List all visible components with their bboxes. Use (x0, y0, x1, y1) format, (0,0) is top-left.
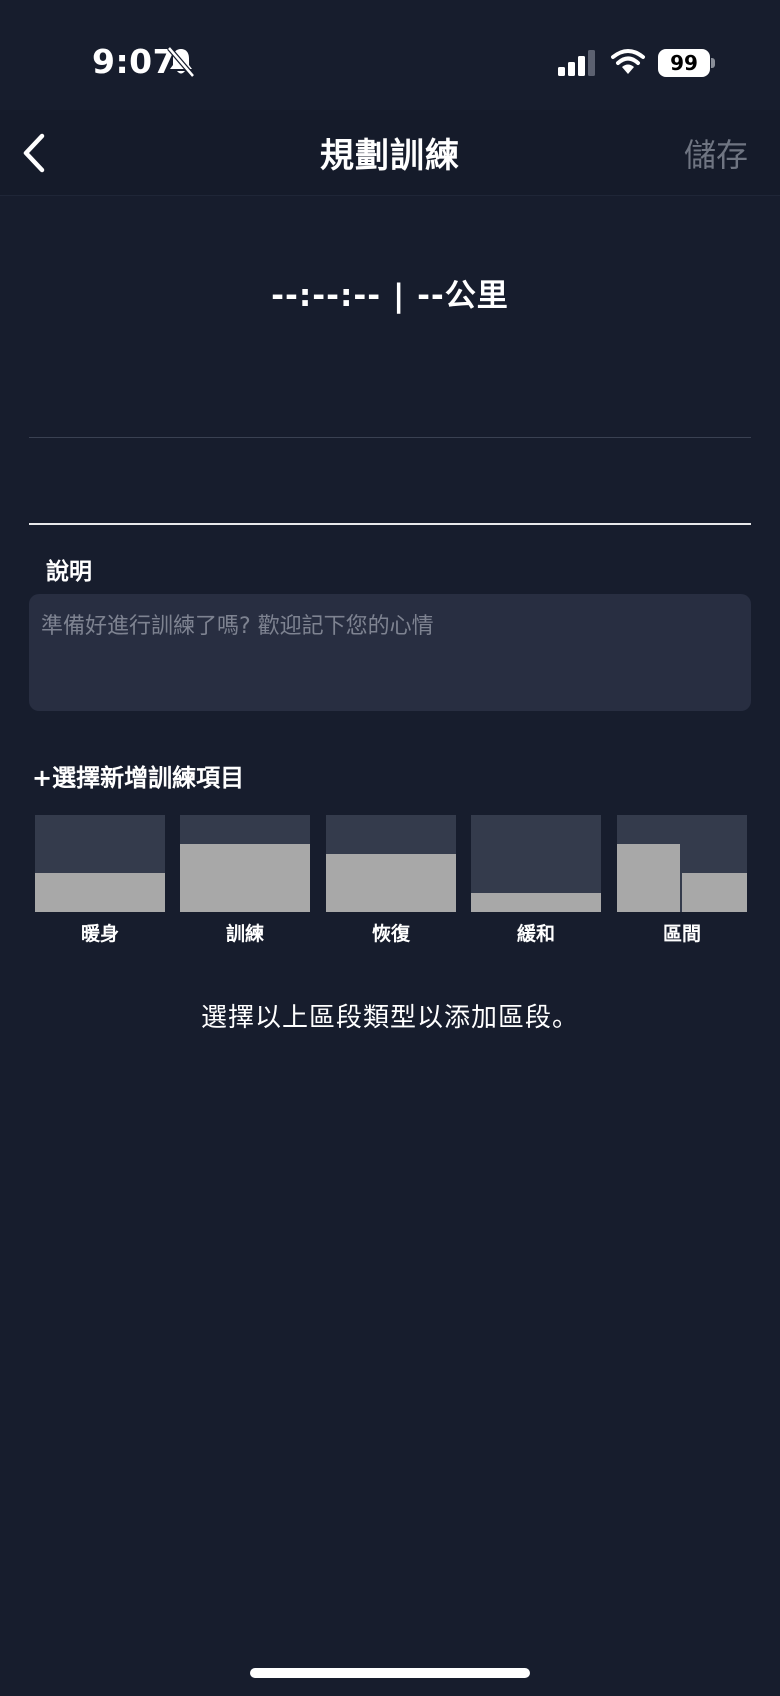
description-input[interactable] (29, 594, 751, 711)
segment-label: 暖身 (80, 923, 119, 945)
segment-warmup[interactable]: 暖身 (35, 815, 165, 945)
segment-type-row: 暖身 訓練 恢復 緩和 區間 (35, 815, 747, 945)
training-segment-icon (180, 815, 310, 912)
save-button[interactable]: 儲存 (684, 130, 748, 176)
description-label: 說明 (46, 559, 92, 585)
warmup-segment-icon (35, 815, 165, 912)
segment-interval[interactable]: 區間 (617, 815, 747, 945)
segment-label: 區間 (662, 923, 701, 945)
battery-level: 99 (670, 51, 698, 75)
add-segment-title: +選擇新增訓練項目 (32, 764, 245, 792)
segment-fill (35, 873, 165, 912)
segment-fill (326, 854, 456, 912)
segment-label: 恢復 (371, 923, 410, 945)
recovery-segment-icon (326, 815, 456, 912)
signal-icon (558, 50, 595, 76)
bell-slash-icon (167, 46, 195, 78)
interval-segment-icon (617, 815, 747, 912)
home-indicator[interactable] (250, 1668, 530, 1678)
battery-tip (711, 58, 715, 68)
wifi-icon (611, 49, 645, 74)
status-time: 9:07 (92, 42, 177, 81)
nav-bar: 規劃訓練 儲存 (0, 110, 780, 196)
status-bar: 9:07 99 (0, 0, 780, 110)
segment-fill (180, 844, 310, 912)
segment-fill (682, 873, 747, 912)
divider (29, 437, 751, 438)
workout-summary: --:--:-- | --公里 (271, 278, 509, 314)
segment-cooldown[interactable]: 緩和 (471, 815, 601, 945)
segment-label: 緩和 (516, 923, 555, 945)
segment-fill (617, 844, 680, 912)
segment-training[interactable]: 訓練 (180, 815, 310, 945)
cooldown-segment-icon (471, 815, 601, 912)
screen: 9:07 99 規劃訓練 儲存 --:--:-- | --公里 說明 準備好進行… (0, 0, 780, 1696)
battery-icon: 99 (658, 49, 710, 77)
empty-hint: 選擇以上區段類型以添加區段。 (200, 1003, 579, 1033)
segment-label: 訓練 (225, 923, 264, 945)
segment-recovery[interactable]: 恢復 (326, 815, 456, 945)
divider (29, 523, 751, 525)
page-title: 規劃訓練 (320, 136, 460, 176)
segment-fill (471, 893, 601, 912)
